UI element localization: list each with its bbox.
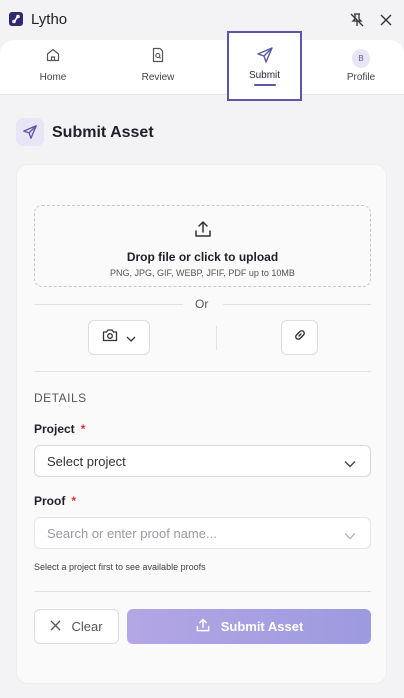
home-icon [44, 46, 62, 64]
camera-icon [102, 328, 118, 347]
send-icon [256, 46, 274, 64]
close-icon[interactable] [378, 12, 394, 28]
proof-label-text: Proof [34, 494, 66, 508]
project-label-text: Project [34, 422, 75, 436]
close-icon [50, 619, 61, 634]
submit-card: Drop file or click to upload PNG, JPG, G… [16, 164, 387, 684]
proof-label: Proof * [34, 494, 76, 508]
active-tab-indicator [253, 84, 276, 86]
unpin-icon[interactable] [349, 12, 365, 28]
title-bar: Lytho [0, 0, 404, 40]
dropzone-subtitle: PNG, JPG, GIF, WEBP, JFIF, PDF up to 10M… [110, 268, 295, 278]
submit-asset-button[interactable]: Submit Asset [127, 609, 371, 644]
link-icon [292, 327, 308, 348]
divider [223, 304, 371, 305]
upload-icon [193, 219, 213, 244]
tab-submit[interactable]: Submit [227, 31, 302, 101]
clear-button-label: Clear [71, 619, 103, 634]
document-search-icon [149, 46, 167, 64]
divider [34, 591, 371, 592]
send-icon [16, 118, 44, 146]
divider [34, 371, 371, 372]
tab-review[interactable]: Review [138, 40, 178, 95]
app-logo-icon [9, 12, 23, 26]
submit-button-label: Submit Asset [220, 619, 304, 634]
chevron-down-icon [344, 528, 356, 543]
chevron-down-icon [126, 329, 136, 347]
proof-search-placeholder: Search or enter proof name... [47, 525, 217, 541]
project-select-value: Select project [47, 453, 126, 469]
proof-hint: Select a project first to see available … [34, 562, 206, 572]
tab-submit-label: Submit [248, 70, 281, 81]
camera-dropdown-button[interactable] [88, 320, 150, 355]
upload-icon [195, 617, 211, 636]
details-heading: DETAILS [34, 391, 87, 405]
required-marker: * [71, 494, 77, 508]
project-label: Project * [34, 422, 85, 436]
main-nav: Home Review B Profile [0, 40, 404, 95]
or-separator: Or [195, 297, 209, 311]
file-dropzone[interactable]: Drop file or click to upload PNG, JPG, G… [34, 205, 371, 287]
dropzone-title: Drop file or click to upload [126, 250, 279, 264]
tab-profile[interactable]: B Profile [343, 40, 379, 95]
divider [34, 304, 183, 305]
vertical-divider [216, 326, 217, 350]
tab-home-label: Home [39, 72, 67, 83]
app-title: Lytho [31, 11, 68, 28]
tab-profile-label: Profile [346, 72, 376, 83]
page-title: Submit Asset [52, 124, 154, 141]
clear-button[interactable]: Clear [34, 609, 119, 644]
chevron-down-icon [344, 456, 356, 471]
tab-review-label: Review [141, 72, 175, 83]
link-button[interactable] [281, 320, 318, 355]
required-marker: * [80, 422, 86, 436]
project-select[interactable]: Select project [34, 445, 371, 477]
proof-search-select[interactable]: Search or enter proof name... [34, 517, 371, 549]
tab-home[interactable]: Home [33, 40, 73, 95]
avatar: B [352, 48, 370, 68]
